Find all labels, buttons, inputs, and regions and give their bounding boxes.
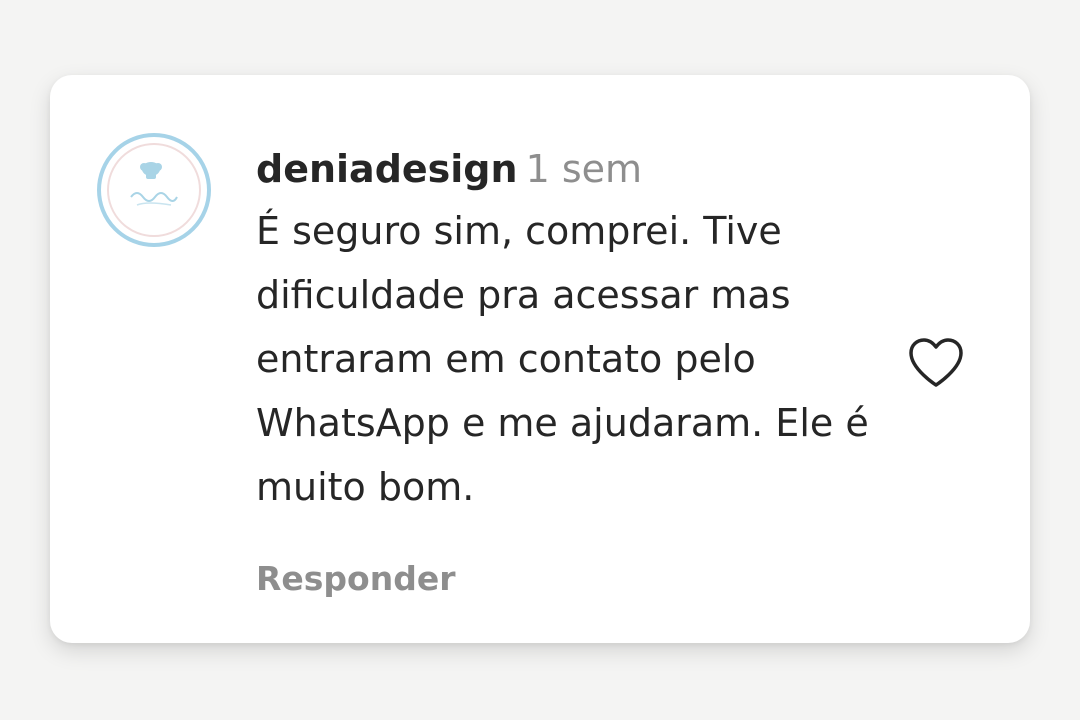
comment-text: É seguro sim, comprei. Tive dificuldade … bbox=[256, 209, 869, 509]
comment-body: deniadesign 1 sem É seguro sim, comprei. … bbox=[256, 143, 876, 519]
comment-card: deniadesign 1 sem É seguro sim, comprei. … bbox=[50, 75, 1030, 643]
timestamp[interactable]: 1 sem bbox=[526, 147, 642, 191]
reply-button[interactable]: Responder bbox=[256, 557, 456, 601]
heart-outline-icon bbox=[909, 338, 963, 387]
like-button[interactable] bbox=[907, 337, 965, 389]
avatar-logo-icon bbox=[104, 140, 204, 240]
username[interactable]: deniadesign bbox=[256, 147, 518, 191]
comment-header: deniadesign 1 sem bbox=[256, 143, 876, 195]
avatar[interactable] bbox=[97, 133, 211, 247]
